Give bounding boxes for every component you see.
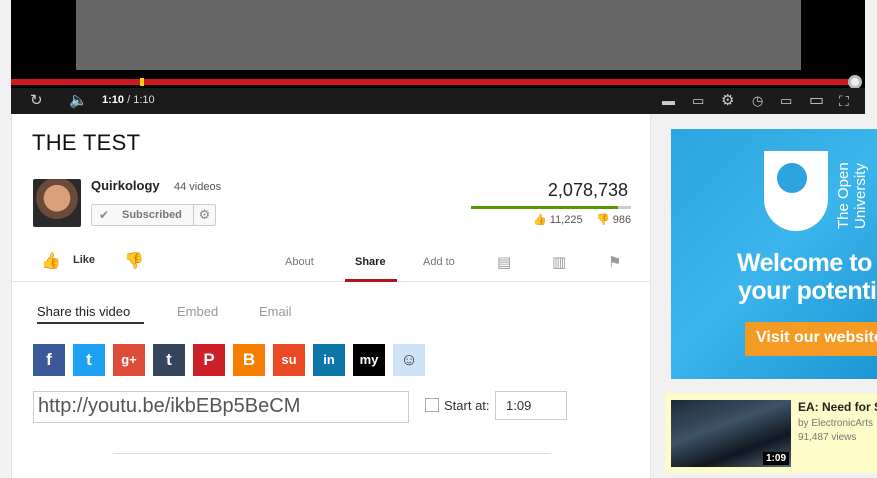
large-player-icon[interactable]: ▭ <box>809 92 824 110</box>
channel-video-count[interactable]: 44 videos <box>174 181 221 193</box>
share-subtab-embed[interactable]: Embed <box>177 304 218 319</box>
time-current: 1:10 <box>102 94 125 106</box>
like-ratio-bar <box>471 206 631 209</box>
share-subtab-email[interactable]: Email <box>259 304 292 319</box>
share-twitter-button[interactable]: t <box>73 344 105 376</box>
share-reddit-button[interactable]: ☺ <box>393 344 425 376</box>
watch-later-icon[interactable]: ◷ <box>752 92 763 110</box>
progress-marker <box>140 78 144 86</box>
active-subtab-underline <box>37 322 144 324</box>
channel-avatar[interactable] <box>33 179 81 227</box>
section-divider <box>113 453 551 454</box>
share-facebook-button[interactable]: f <box>33 344 65 376</box>
likes-value: 11,225 <box>549 214 583 226</box>
volume-icon[interactable]: 🔈 <box>69 92 88 110</box>
thumbs-up-small-icon: 👍 <box>533 214 547 226</box>
share-tumblr-button[interactable]: t <box>153 344 185 376</box>
ad-headline-welcome: Welcome to <box>737 249 872 277</box>
tab-about[interactable]: About <box>285 256 314 268</box>
likes-count: 👍 11,225 <box>533 213 583 226</box>
open-university-brand-text: The Open University <box>835 162 869 229</box>
action-bar: 👍 Like 👎 About Share Add to ▤ ▥ ⚑ <box>12 242 650 282</box>
subscribed-button[interactable]: ✔ Subscribed ⚙ <box>91 204 216 226</box>
video-frame[interactable] <box>76 0 801 70</box>
open-university-logo-dot <box>777 163 807 193</box>
transcript-icon[interactable]: ▤ <box>497 253 511 271</box>
progress-bar[interactable] <box>11 79 854 85</box>
start-at-checkbox[interactable] <box>425 398 439 412</box>
share-google-plus-button[interactable]: g+ <box>113 344 145 376</box>
dislikes-count: 👎 986 <box>596 213 631 226</box>
check-icon: ✔ <box>99 208 110 222</box>
like-ratio-fill <box>471 206 619 209</box>
replay-icon[interactable]: ↻ <box>30 92 43 110</box>
open-university-ad[interactable]: The Open University Welcome to your pote… <box>671 129 877 379</box>
share-linkedin-button[interactable]: in <box>313 344 345 376</box>
active-tab-underline <box>345 279 397 282</box>
ad-headline-potential: your potential <box>738 277 877 305</box>
related-video-channel: by ElectronicArts <box>798 418 874 429</box>
share-blogger-button[interactable]: B <box>233 344 265 376</box>
settings-gear-icon[interactable]: ⚙ <box>721 92 734 110</box>
related-video-views: 91,487 views <box>798 432 857 443</box>
time-display: 1:10 / 1:10 <box>102 94 155 106</box>
report-flag-icon[interactable]: ⚑ <box>608 253 621 271</box>
video-player[interactable]: ↻ 🔈 1:10 / 1:10 ▬ ▭ ⚙ ◷ ▭ ▭ ⛶ <box>11 0 865 114</box>
ad-visit-website-button[interactable]: Visit our website <box>745 322 877 356</box>
captions-icon[interactable]: ▬ <box>662 92 675 110</box>
dislike-button-icon[interactable]: 👎 <box>124 251 144 271</box>
share-subtab-share-this-video[interactable]: Share this video <box>37 304 130 319</box>
share-myspace-button[interactable]: my <box>353 344 385 376</box>
subscribed-label: Subscribed <box>122 209 182 221</box>
fullscreen-icon[interactable]: ⛶ <box>839 92 849 110</box>
like-thumb-icon[interactable]: 👍 <box>41 251 61 271</box>
annotations-icon[interactable]: ▭ <box>692 92 704 110</box>
share-pinterest-button[interactable]: P <box>193 344 225 376</box>
video-title: THE TEST <box>32 130 141 155</box>
tab-add-to[interactable]: Add to <box>423 256 455 268</box>
player-controls: ↻ 🔈 1:10 / 1:10 ▬ ▭ ⚙ ◷ ▭ ▭ ⛶ <box>11 88 865 114</box>
related-video-item[interactable]: 1:09 EA: Need for Speed by ElectronicArt… <box>665 393 877 473</box>
view-count: 2,078,738 <box>547 180 628 200</box>
youtube-watch-page: ↻ 🔈 1:10 / 1:10 ▬ ▭ ⚙ ◷ ▭ ▭ ⛶ THE TEST Q… <box>0 0 877 478</box>
channel-name[interactable]: Quirkology <box>91 178 160 193</box>
subscription-settings-gear-icon[interactable]: ⚙ <box>193 205 215 225</box>
start-at-time-input[interactable]: 1:09 <box>495 391 567 420</box>
share-url-field[interactable]: http://youtu.be/ikbEBp5BeCM <box>33 391 409 423</box>
watch-main-panel: THE TEST Quirkology 44 videos ✔ Subscrib… <box>11 114 651 478</box>
like-button[interactable]: Like <box>73 254 95 266</box>
statistics-icon[interactable]: ▥ <box>552 253 566 271</box>
dislikes-value: 986 <box>612 214 632 226</box>
small-player-icon[interactable]: ▭ <box>780 92 792 110</box>
scrubber-handle[interactable] <box>848 75 862 89</box>
tab-share[interactable]: Share <box>355 256 386 268</box>
related-video-thumbnail[interactable]: 1:09 <box>671 400 791 467</box>
share-stumbleupon-button[interactable]: su <box>273 344 305 376</box>
related-video-title[interactable]: EA: Need for Speed <box>798 400 877 414</box>
related-video-duration: 1:09 <box>762 452 789 465</box>
time-total: / 1:10 <box>124 94 155 106</box>
thumbs-down-small-icon: 👎 <box>596 214 610 226</box>
start-at-label: Start at: <box>444 398 490 413</box>
